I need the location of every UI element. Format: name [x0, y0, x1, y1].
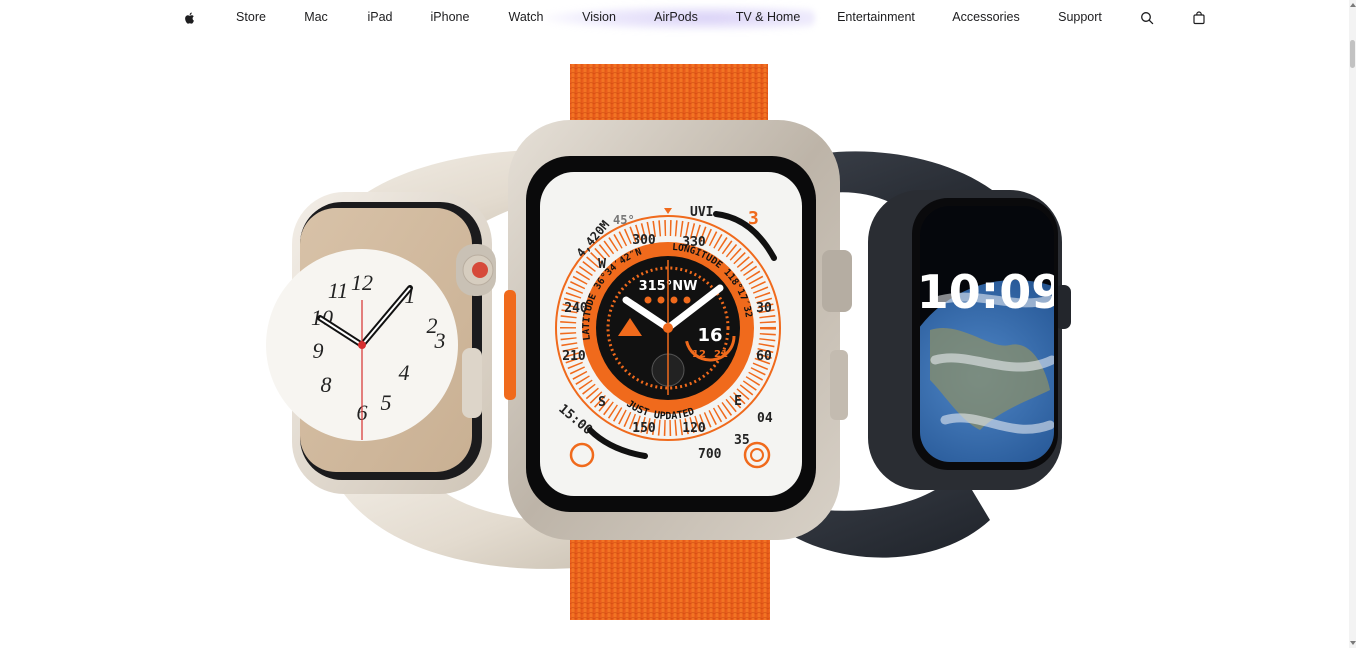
hero-watch-lineup-image: 12 1 2 3 4 5 6 8 9 10 11 1 [0, 36, 1071, 620]
svg-text:11: 11 [328, 278, 348, 303]
svg-text:300: 300 [632, 233, 656, 248]
svg-text:3: 3 [434, 328, 446, 353]
svg-text:S: S [598, 395, 606, 410]
nav-item-ipad[interactable]: iPad [367, 0, 392, 36]
svg-text:9: 9 [313, 338, 324, 363]
page-scrollbar[interactable] [1349, 0, 1356, 648]
elevation-right: 35 [734, 433, 750, 448]
svg-text:150: 150 [632, 421, 656, 436]
svg-text:8: 8 [321, 372, 332, 397]
svg-text:12: 12 [351, 270, 373, 295]
nav-item-entertainment[interactable]: Entertainment [837, 0, 915, 36]
ultra-side-button [830, 350, 848, 420]
svg-text:30: 30 [756, 301, 772, 316]
ultra-action-button [504, 290, 516, 400]
shopping-bag-icon[interactable] [1192, 11, 1206, 25]
ultra-digital-crown [822, 250, 852, 312]
nav-item-support[interactable]: Support [1058, 0, 1102, 36]
svg-text:E: E [734, 394, 742, 409]
nav-item-store[interactable]: Store [236, 0, 266, 36]
nav-item-airpods[interactable]: AirPods [654, 0, 698, 36]
scroll-up-arrow-icon[interactable] [1350, 3, 1356, 7]
elevation-far-right: 04 [757, 411, 773, 426]
temperature-low: 12 [692, 349, 706, 360]
nav-item-watch[interactable]: Watch [509, 0, 544, 36]
midnight-time: 10:09 [917, 265, 1063, 319]
incline-readout: 45° [613, 213, 635, 227]
temperature-now: 16 [697, 325, 722, 346]
apple-logo-icon[interactable] [183, 11, 197, 25]
global-nav: Store Mac iPad iPhone Watch Vision AirPo… [0, 0, 1349, 36]
nav-item-tv-home[interactable]: TV & Home [736, 0, 801, 36]
scroll-down-arrow-icon[interactable] [1350, 641, 1356, 645]
svg-text:4: 4 [399, 360, 410, 385]
nav-item-mac[interactable]: Mac [304, 0, 328, 36]
nav-item-accessories[interactable]: Accessories [952, 0, 1019, 36]
scrollbar-thumb[interactable] [1350, 40, 1355, 68]
nav-item-iphone[interactable]: iPhone [431, 0, 470, 36]
svg-text:5: 5 [381, 390, 392, 415]
nav-item-vision[interactable]: Vision [582, 0, 616, 36]
temperature-high: 21 [714, 349, 728, 360]
svg-text:210: 210 [562, 349, 586, 364]
starlight-side-button [462, 348, 482, 418]
search-icon[interactable] [1140, 11, 1154, 25]
starlight-crown-red-ring [472, 262, 488, 278]
elevation-bottom: 700 [698, 447, 722, 462]
svg-text:60: 60 [756, 349, 772, 364]
uvi-label: UVI [690, 205, 713, 220]
nav-list: Store Mac iPad iPhone Watch Vision AirPo… [0, 0, 1349, 36]
svg-text:120: 120 [682, 421, 706, 436]
